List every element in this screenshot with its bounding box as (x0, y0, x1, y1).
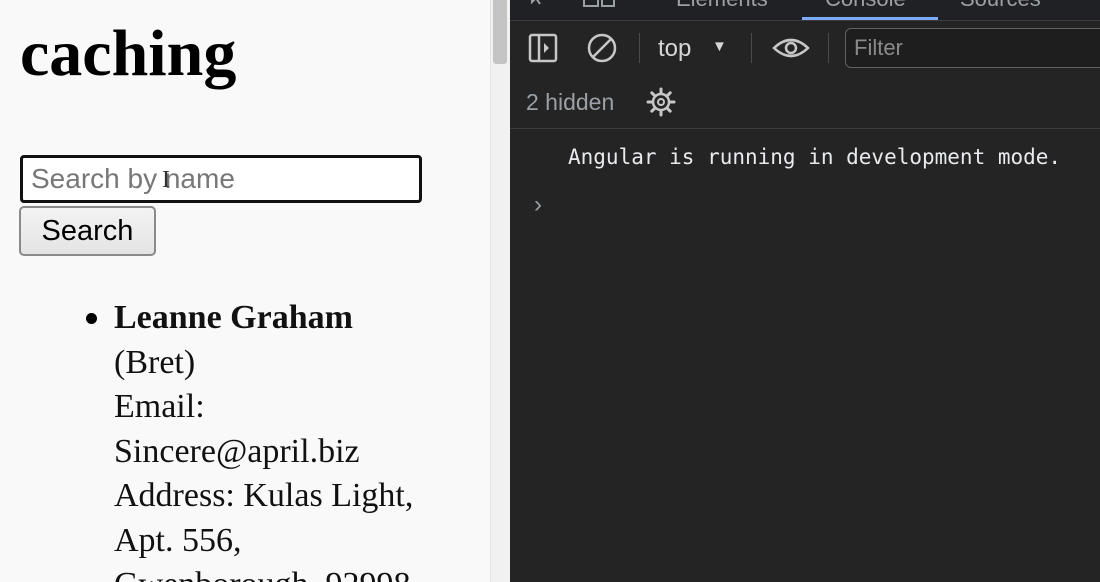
tab-elements[interactable]: Elements (676, 0, 768, 12)
console-toolbar: top ▼ (510, 21, 1100, 76)
filter-input[interactable] (845, 28, 1100, 68)
gear-icon[interactable] (646, 87, 676, 117)
scrollbar-thumb[interactable] (493, 0, 507, 64)
active-tab-indicator (802, 17, 938, 20)
list-item: Leanne Graham (Bret) Email: Sincere@apri… (86, 296, 474, 582)
context-selector[interactable]: top (658, 35, 691, 63)
console-prompt-chevron-icon[interactable]: › (534, 191, 542, 219)
search-button[interactable]: Search (19, 206, 156, 256)
bullet-icon (86, 313, 97, 324)
inspect-element-icon[interactable] (528, 0, 556, 14)
clear-console-icon[interactable] (586, 32, 618, 64)
devtools-panel: Elements Console Sources top ▼ 2 hidden (510, 0, 1100, 582)
devtools-tab-bar: Elements Console Sources (510, 0, 1100, 21)
web-page: caching I Search Leanne Graham (Bret) Em… (0, 0, 490, 582)
tab-sources[interactable]: Sources (960, 0, 1041, 12)
user-list: Leanne Graham (Bret) Email: Sincere@apri… (86, 296, 474, 582)
hidden-messages-count: 2 hidden (526, 89, 615, 115)
tab-console[interactable]: Console (825, 0, 906, 12)
user-address-line-3: Gwenborough, 92998- (114, 563, 474, 582)
device-toolbar-icon[interactable] (582, 0, 618, 12)
console-log-message: Angular is running in development mode. (568, 145, 1062, 169)
toolbar-divider (639, 33, 640, 63)
live-expression-eye-icon[interactable] (772, 36, 810, 60)
user-name: Leanne Graham (114, 299, 353, 336)
toolbar-divider (751, 33, 752, 63)
console-output: Angular is running in development mode. … (510, 129, 1100, 582)
user-address-line-2: Apt. 556, (114, 521, 242, 559)
search-input[interactable] (20, 155, 422, 203)
user-username: (Bret) (114, 343, 196, 381)
page-title: caching (20, 17, 237, 90)
page-scrollbar[interactable] (490, 0, 510, 582)
chevron-down-icon[interactable]: ▼ (712, 38, 727, 55)
sidebar-toggle-icon[interactable] (528, 33, 558, 63)
user-address-line-1: Address: Kulas Light, (114, 477, 414, 514)
toolbar-divider (828, 33, 829, 63)
user-email: Sincere@april.biz (114, 432, 360, 470)
user-email-label: Email: (114, 388, 205, 425)
console-status-bar: 2 hidden (510, 77, 1100, 129)
